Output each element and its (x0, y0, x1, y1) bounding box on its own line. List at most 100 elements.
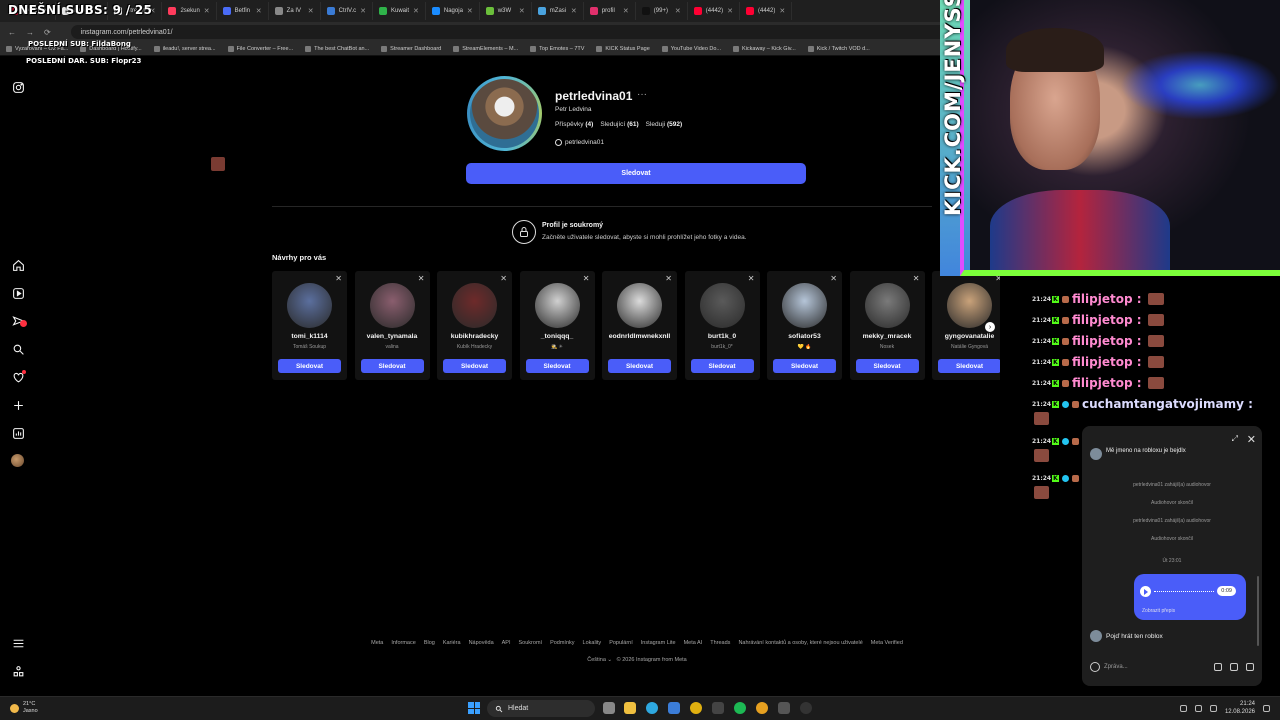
bookmark[interactable]: The best ChatBot an... (305, 45, 369, 52)
footer-link[interactable]: Nápověda (469, 640, 494, 646)
avatar[interactable] (617, 283, 662, 328)
dismiss-icon[interactable]: ✕ (665, 274, 672, 283)
bookmark[interactable]: Kickaway – Kick Giv... (733, 45, 796, 52)
suggestion-username[interactable]: tomi_k1114 (272, 333, 347, 340)
footer-link[interactable]: Nahrávání kontaktů a osoby, které nejsou… (738, 640, 862, 646)
avatar[interactable] (864, 283, 910, 328)
browser-tab[interactable]: mZasi ✕ (532, 2, 584, 20)
carousel-next-icon[interactable]: › (985, 322, 995, 332)
footer-link[interactable]: Threads (710, 640, 730, 646)
dismiss-icon[interactable]: ✕ (500, 274, 507, 283)
suggestion-username[interactable]: eodnrldlmwnekxnll (602, 333, 677, 340)
follow-button[interactable]: Sledovat (466, 163, 806, 184)
spotify-icon[interactable] (734, 702, 746, 714)
browser-tab[interactable]: 2sekun ✕ (162, 2, 217, 20)
show-transcript-link[interactable]: Zobrazit přepis (1142, 608, 1175, 614)
chat-username[interactable]: filipjetop : (1072, 334, 1142, 348)
close-tab-icon[interactable]: ✕ (519, 7, 525, 15)
browser-tab[interactable]: profil ✕ (584, 2, 636, 20)
follow-button[interactable]: Sledovat (608, 359, 671, 373)
close-tab-icon[interactable]: ✕ (308, 7, 314, 15)
task-view-icon[interactable] (603, 702, 615, 714)
reload-icon[interactable]: ⟳ (44, 28, 51, 37)
footer-link[interactable]: Informace (391, 640, 415, 646)
browser-tab[interactable]: w3W ✕ (480, 2, 532, 20)
suggestion-username[interactable]: mekky_mracek (850, 333, 925, 340)
follow-button[interactable]: Sledovat (443, 359, 506, 373)
expand-icon[interactable]: ⤢ (1232, 434, 1238, 444)
suggestion-card[interactable]: ✕ valen_tynamala valina Sledovat (354, 271, 430, 380)
image-icon[interactable] (1230, 663, 1238, 671)
suggestion-username[interactable]: kubikhradecky (437, 333, 512, 340)
profile-avatar[interactable] (11, 454, 24, 467)
suggestion-card[interactable]: ✕ eodnrldlmwnekxnll Sledovat (602, 271, 677, 380)
suggestion-card[interactable]: ✕ sofiator53 💛 🔥 Sledovat (767, 271, 842, 380)
taskbar-search[interactable]: Hledat (487, 700, 595, 717)
close-tab-icon[interactable]: ✕ (779, 7, 785, 15)
file-explorer-icon[interactable] (624, 702, 636, 714)
instagram-icon[interactable] (11, 80, 25, 94)
suggestion-card[interactable]: ✕ tomi_k1114 Tomáš Soukup Sledovat (272, 271, 347, 380)
footer-link[interactable]: Lokality (583, 640, 602, 646)
dashboard-icon[interactable] (11, 426, 25, 440)
close-tab-icon[interactable]: ✕ (360, 7, 366, 15)
emoji-icon[interactable] (1090, 662, 1100, 672)
create-icon[interactable] (11, 398, 25, 412)
chrome-profile-icon[interactable] (756, 702, 768, 714)
follow-button[interactable]: Sledovat (855, 359, 919, 373)
dismiss-icon[interactable]: ✕ (830, 274, 837, 283)
browser-tab[interactable]: (99+) ✕ (636, 2, 688, 20)
avatar[interactable] (452, 283, 497, 328)
browser-tab[interactable]: Nagoja ✕ (426, 2, 480, 20)
play-icon[interactable] (1140, 586, 1151, 597)
footer-link[interactable]: Podmínky (550, 640, 574, 646)
language-select[interactable]: Čeština (587, 657, 606, 663)
edge-icon[interactable] (646, 702, 658, 714)
browser-tab[interactable]: Kuwait ✕ (373, 2, 426, 20)
clock[interactable]: 21:24 12.08.2026 (1225, 700, 1255, 716)
network-icon[interactable] (1194, 704, 1202, 712)
store-icon[interactable] (668, 702, 680, 714)
bookmark[interactable]: Streamer Dashboard (381, 45, 441, 52)
follow-button[interactable]: Sledovat (525, 359, 589, 373)
close-tab-icon[interactable]: ✕ (204, 7, 210, 15)
forward-icon[interactable]: → (26, 28, 34, 37)
suggestion-username[interactable]: sofiator53 (767, 333, 842, 340)
avatar[interactable] (287, 283, 332, 328)
footer-link[interactable]: Instagram Lite (641, 640, 676, 646)
close-tab-icon[interactable]: ✕ (623, 7, 629, 15)
suggestion-username[interactable]: valen_tynamala (355, 333, 430, 340)
chat-username[interactable]: filipjetop : (1072, 313, 1142, 327)
close-tab-icon[interactable]: ✕ (256, 7, 262, 15)
more-options-icon[interactable]: ··· (637, 89, 647, 100)
avatar[interactable] (534, 283, 580, 328)
followers-stat[interactable]: Sledující (61) (600, 121, 638, 128)
close-tab-icon[interactable]: ✕ (413, 7, 419, 15)
browser-tab[interactable]: Za IV ✕ (269, 2, 321, 20)
follow-button[interactable]: Sledovat (690, 359, 754, 373)
avatar[interactable] (699, 283, 745, 328)
footer-link[interactable]: Blog (424, 640, 435, 646)
suggestion-card[interactable]: ✕ mekky_mracek Nosek Sledovat (849, 271, 925, 380)
address-bar[interactable]: instagram.com/petrledvina01/ (70, 25, 951, 39)
volume-icon[interactable] (1209, 704, 1217, 712)
avatar[interactable] (947, 283, 992, 328)
close-tab-icon[interactable]: ✕ (675, 7, 681, 15)
bookmark[interactable]: Top Emotes – 7TV (530, 45, 584, 52)
bookmark[interactable]: ileadu!, server strea... (153, 45, 216, 52)
follow-button[interactable]: Sledovat (773, 359, 836, 373)
footer-link[interactable]: Populární (609, 640, 633, 646)
dismiss-icon[interactable]: ✕ (583, 274, 590, 283)
menu-icon[interactable] (11, 636, 25, 650)
bookmark[interactable]: YouTube Video Do... (661, 45, 721, 52)
footer-link[interactable]: Meta (371, 640, 383, 646)
browser-tab[interactable]: (4442) ✕ (688, 2, 740, 20)
close-icon[interactable]: ✕ (1247, 433, 1256, 446)
app-icon[interactable] (778, 702, 790, 714)
bookmark[interactable]: StreamElements – M... (453, 45, 518, 52)
suggestion-card[interactable]: ✕ burt1k_0 burt1k_0* Sledovat (684, 271, 760, 380)
close-tab-icon[interactable]: ✕ (467, 7, 473, 15)
suggestion-username[interactable]: burt1k_0 (685, 333, 760, 340)
browser-tab[interactable]: CtrlV.c ✕ (321, 2, 373, 20)
follow-button[interactable]: Sledovat (278, 359, 341, 373)
